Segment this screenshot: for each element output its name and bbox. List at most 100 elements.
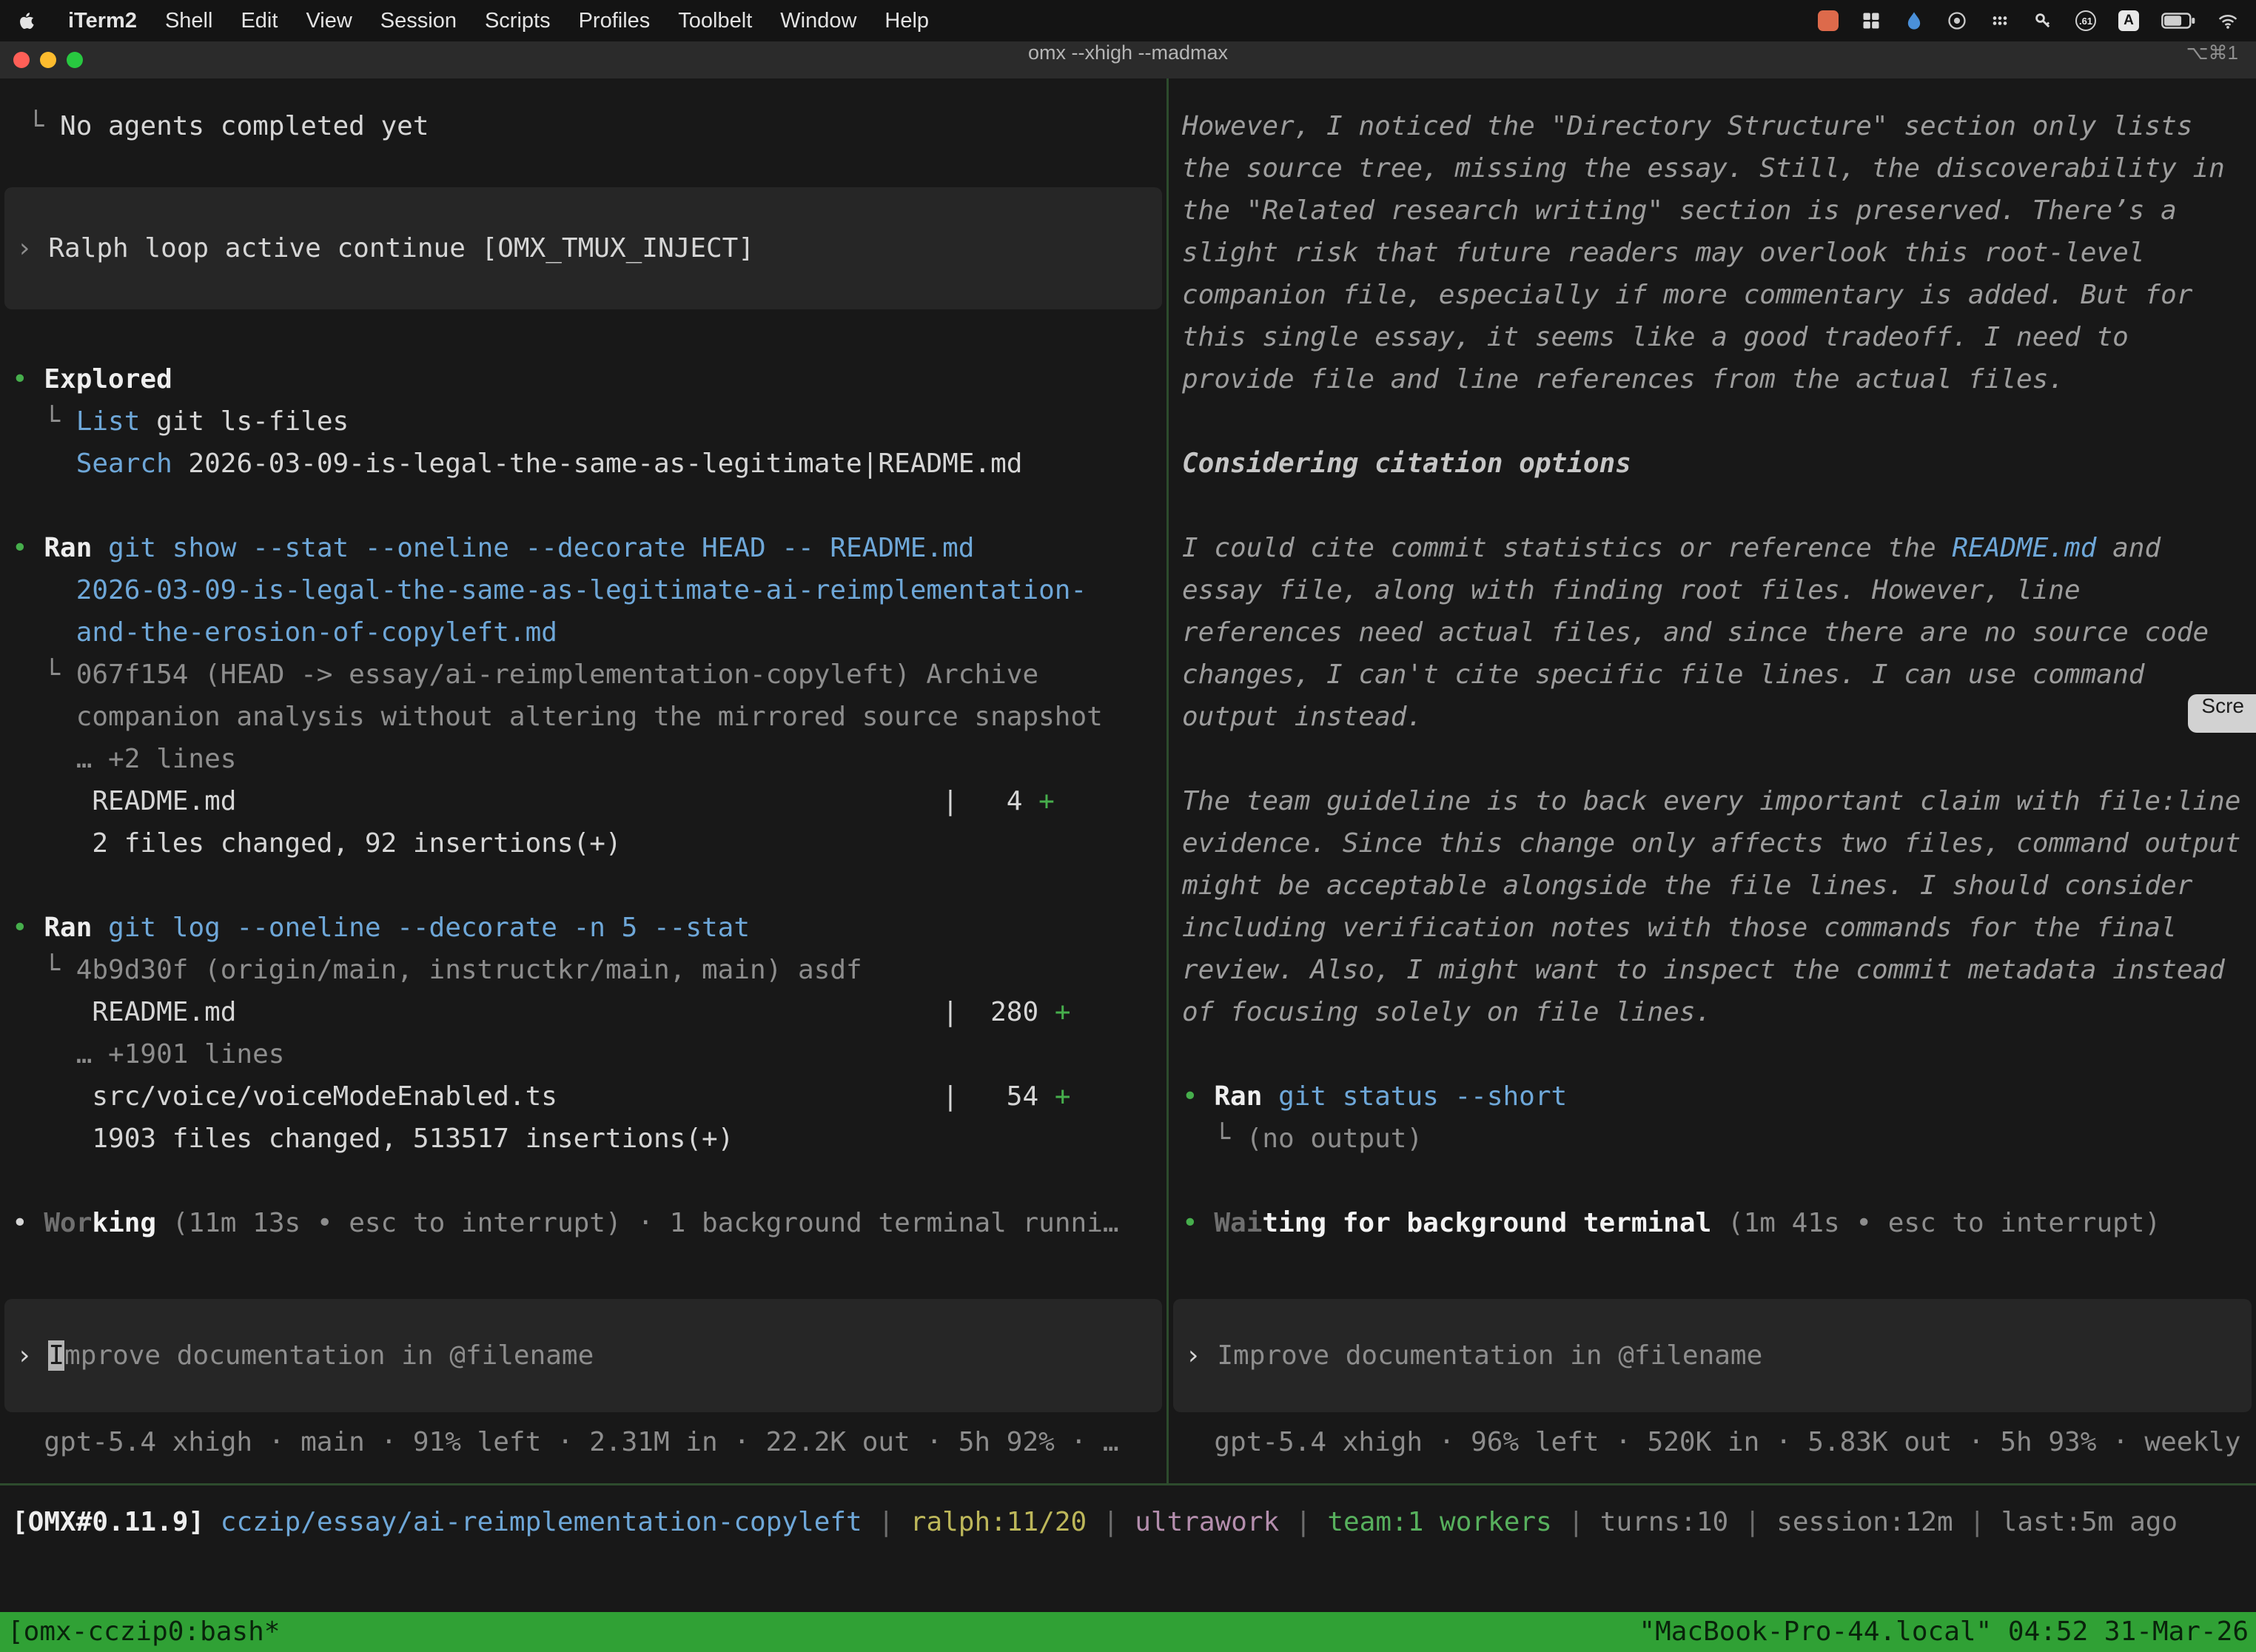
apple-menu-icon[interactable] (18, 7, 43, 34)
macos-menu-bar: iTerm2 Shell Edit View Session Scripts Profil… (0, 0, 2256, 41)
key-icon[interactable] (2032, 10, 2053, 31)
text-run: • (12, 1208, 44, 1238)
menu-item-scripts[interactable]: Scripts (485, 9, 551, 33)
text-run: 2026-03-09-is-legal-the-same-as-legitima… (76, 575, 1087, 605)
terminal-line: might be acceptable alongside the file l… (1169, 864, 2256, 907)
text-run: Improve documentation in @filename (1217, 1340, 1762, 1371)
terminal-line: of focusing solely on file lines. (1169, 991, 2256, 1033)
terminal-line: [OMX#0.11.9] cczip/essay/ai-reimplementa… (0, 1501, 2256, 1543)
menu-item-edit[interactable]: Edit (241, 9, 278, 33)
text-cursor: I (48, 1340, 64, 1371)
text-run: output instead. (1182, 702, 1423, 732)
terminal-line: └ No agents completed yet (0, 105, 1166, 147)
text-run: ralph:11/20 (910, 1507, 1087, 1537)
menu-item-view[interactable]: View (306, 9, 352, 33)
menu-item-profiles[interactable]: Profiles (579, 9, 651, 33)
input-source-icon[interactable]: A (2118, 10, 2139, 31)
terminal-line: └ 4b9d30f (origin/main, instructkr/main,… (0, 949, 1166, 991)
menu-item-window[interactable]: Window (780, 9, 856, 33)
terminal-line (1169, 400, 2256, 443)
terminal-line: 2 files changed, 92 insertions(+) (0, 822, 1166, 864)
text-run: … +2 lines (12, 744, 236, 774)
terminal-line: › Improve documentation in @filename (1181, 1334, 2244, 1377)
window-title-bar[interactable]: omx --xhigh --madmax ⌥⌘1 (0, 41, 2256, 78)
text-run: | (1953, 1507, 2001, 1537)
text-run: The team guideline is to back every impo… (1182, 786, 2240, 816)
terminal-line: review. Also, I might want to inspect th… (1169, 949, 2256, 991)
terminal-line: companion analysis without altering the … (0, 696, 1166, 738)
terminal-line: • Working (11m 13s • esc to interrupt) ·… (0, 1202, 1166, 1244)
tmux-pane-right[interactable]: However, I noticed the "Directory Struct… (1169, 78, 2256, 1483)
terminal-line: output instead. (1169, 696, 2256, 738)
terminal-line (1169, 738, 2256, 780)
screen-overlay-button[interactable]: Scre (2188, 694, 2256, 733)
screen-record-icon[interactable] (1818, 10, 1839, 31)
text-run: | (1728, 1507, 1776, 1537)
text-run: Considering citation options (1182, 449, 1631, 479)
terminal-line: this single essay, it seems like a good … (1169, 316, 2256, 358)
text-run: · 1 background terminal runni… (622, 1208, 1119, 1238)
text-run: the "Related research writing" section i… (1182, 195, 2177, 226)
prompt-input[interactable]: › Improve documentation in @filename (4, 1299, 1162, 1412)
text-run (92, 533, 108, 563)
tmux-status-bar: [omx-cczip0:bash* "MacBook-Pro-44.local"… (0, 1612, 2256, 1652)
text-run: 2 files changed, 92 insertions(+) (12, 828, 622, 859)
terminal-line: … +1901 lines (0, 1033, 1166, 1075)
terminal-line: gpt-5.4 xhigh · 96% left · 520K in · 5.8… (1169, 1421, 2256, 1463)
omx-status-bar: [OMX#0.11.9] cczip/essay/ai-reimplementa… (0, 1485, 2256, 1543)
text-run: Explored (44, 364, 172, 394)
terminal-line: Search 2026-03-09-is-legal-the-same-as-l… (0, 443, 1166, 485)
text-run: last:5m ago (2001, 1507, 2178, 1537)
menu-item-toolbelt[interactable]: Toolbelt (678, 9, 752, 33)
terminal-line: evidence. Since this change only affects… (1169, 822, 2256, 864)
dark-disc-app-icon[interactable] (1947, 10, 1967, 31)
text-run: of focusing solely on file lines. (1182, 997, 1711, 1027)
text-run: Ran (44, 913, 92, 943)
text-run: › (1185, 1340, 1217, 1371)
text-run: git ls-files (140, 406, 349, 437)
grid-app-icon[interactable] (1861, 10, 1881, 31)
text-run: | (1552, 1507, 1600, 1537)
text-run: ultrawork (1135, 1507, 1279, 1537)
blue-app-icon[interactable] (1904, 10, 1924, 31)
text-run: Wai (1214, 1208, 1262, 1238)
tmux-pane-left[interactable]: └ No agents completed yet› Ralph loop ac… (0, 78, 1166, 1483)
text-run: git status --short (1278, 1081, 1567, 1112)
text-run (92, 913, 108, 943)
terminal-content: └ No agents completed yet› Ralph loop ac… (0, 78, 2256, 1483)
text-run (1711, 1208, 1728, 1238)
text-run (12, 617, 76, 648)
terminal-line: • Ran git log --oneline --decorate -n 5 … (0, 907, 1166, 949)
text-run: git log --oneline --decorate -n 5 --stat (108, 913, 750, 943)
wifi-icon[interactable] (2218, 10, 2238, 31)
dots-grid-icon[interactable] (1990, 10, 2010, 31)
menu-item-app-name[interactable]: iTerm2 (68, 9, 137, 33)
text-run: └ (12, 406, 76, 437)
text-run: README.md (1952, 533, 2096, 563)
menu-item-session[interactable]: Session (380, 9, 457, 33)
terminal-line: including verification notes with those … (1169, 907, 2256, 949)
prompt-input[interactable]: › Improve documentation in @filename (1173, 1299, 2252, 1412)
meter-icon[interactable]: .61 (2075, 10, 2096, 31)
text-run: 1903 files changed, 513517 insertions(+) (12, 1124, 733, 1154)
text-run: + (1055, 997, 1071, 1027)
text-run: README.md | 4 (12, 786, 1038, 816)
text-run (204, 1507, 221, 1537)
terminal-line: slight risk that future readers may over… (1169, 232, 2256, 274)
menu-item-shell[interactable]: Shell (165, 9, 213, 33)
text-run: └ (12, 955, 76, 985)
terminal-line: I could cite commit statistics or refere… (1169, 527, 2256, 569)
text-run: › (16, 233, 48, 263)
text-run: (no output) (1246, 1124, 1423, 1154)
text-run: + (1055, 1081, 1071, 1112)
terminal-line (1169, 1160, 2256, 1202)
text-run (12, 449, 76, 479)
terminal-line: └ (no output) (1169, 1118, 2256, 1160)
battery-icon[interactable] (2161, 10, 2195, 31)
text-run: might be acceptable alongside the file l… (1182, 870, 2192, 901)
text-run: • (12, 913, 44, 943)
terminal-line: gpt-5.4 xhigh · main · 91% left · 2.31M … (0, 1421, 1166, 1463)
menu-item-help[interactable]: Help (884, 9, 929, 33)
text-run: gpt-5.4 xhigh · main · 91% left · 2.31M … (12, 1427, 1119, 1457)
text-run: Ran (1214, 1081, 1262, 1112)
